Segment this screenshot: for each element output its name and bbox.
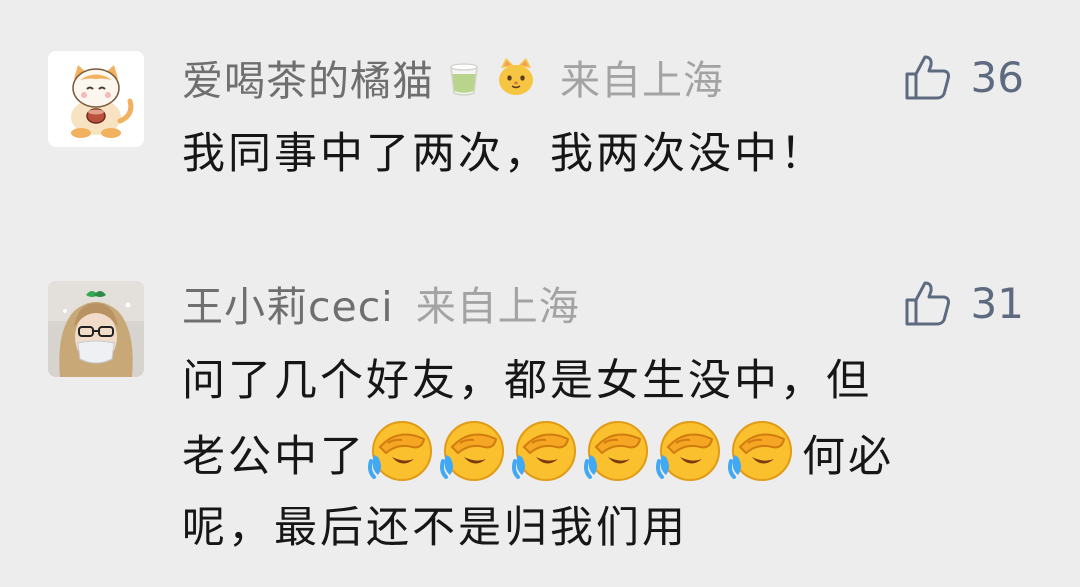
comment-text-line: 老公中了 何必 xyxy=(182,417,1012,493)
like-count: 31 xyxy=(970,278,1024,328)
like-button[interactable]: 31 xyxy=(903,275,1024,331)
emoji-row xyxy=(368,417,800,483)
tea-cup-icon xyxy=(442,55,486,99)
comment-header: 爱喝茶的橘猫 来自上海 xyxy=(182,49,724,105)
username[interactable]: 王小莉ceci xyxy=(182,273,394,333)
comment-text: 问了几个好友，都是女生没中，但 老公中了 何必 呢，最后还不是归我们用 xyxy=(182,346,1012,564)
avatar[interactable] xyxy=(48,281,144,377)
username[interactable]: 爱喝茶的橘猫 xyxy=(182,47,434,107)
comment-item: 爱喝茶的橘猫 来自上海 36 我同事中了两次，我两次没中！ xyxy=(0,0,1080,230)
face-palm-cry-icon xyxy=(656,421,720,481)
location-label: 来自上海 xyxy=(415,284,580,330)
comment-text-line: 呢，最后还不是归我们用 xyxy=(182,503,688,553)
face-palm-cry-icon xyxy=(584,421,648,481)
comment-item: 王小莉ceci 来自上海 31 问了几个好友，都是女生没中，但 老公中了 何必 … xyxy=(0,230,1080,587)
face-palm-cry-icon xyxy=(440,421,504,481)
comment-text-segment: 老公中了 xyxy=(182,432,366,482)
thumbs-up-icon xyxy=(905,55,950,100)
thumbs-up-icon xyxy=(905,281,950,326)
location-label: 来自上海 xyxy=(560,58,724,104)
avatar[interactable] xyxy=(48,51,144,147)
comment-text-line: 问了几个好友，都是女生没中，但 xyxy=(182,356,872,406)
face-palm-cry-icon xyxy=(512,421,576,481)
like-button[interactable]: 36 xyxy=(903,49,1024,105)
comment-header: 王小莉ceci 来自上海 xyxy=(182,275,580,331)
comment-text-segment: 何必 xyxy=(802,432,894,482)
cat-face-icon xyxy=(494,55,538,99)
comment-text: 我同事中了两次，我两次没中！ xyxy=(182,119,1012,190)
like-count: 36 xyxy=(970,52,1024,102)
face-palm-cry-icon xyxy=(728,421,792,481)
comment-text-line: 我同事中了两次，我两次没中！ xyxy=(182,129,826,179)
face-palm-cry-icon xyxy=(368,421,432,481)
